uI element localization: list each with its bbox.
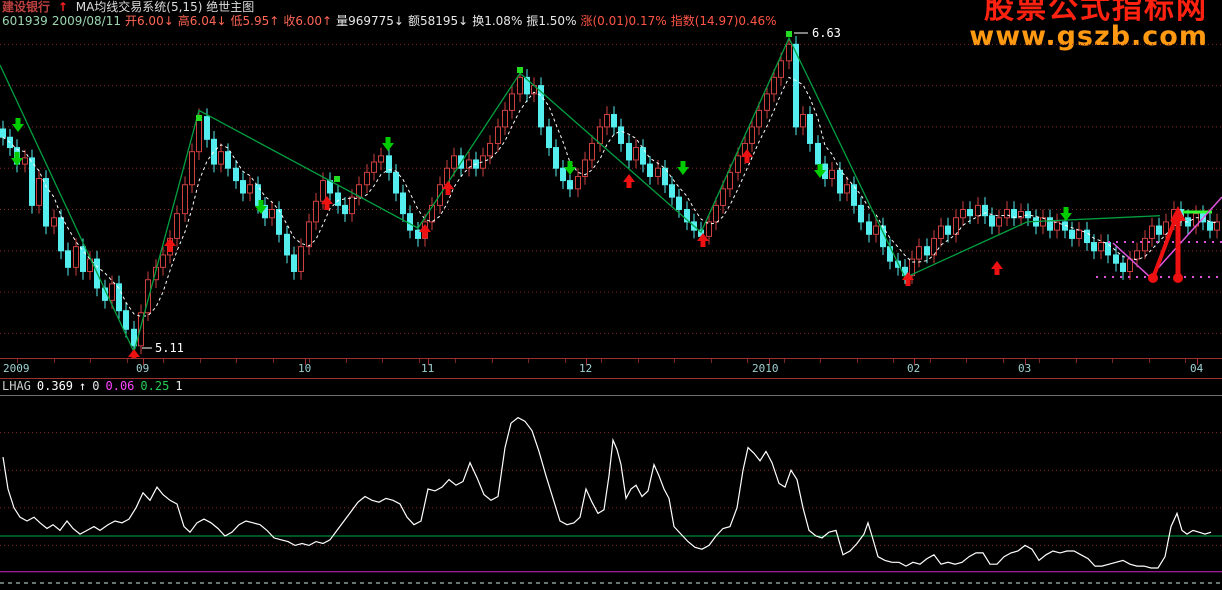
indicator-arrow-icon: ↑ <box>79 379 87 393</box>
axis-date-label: 11 <box>421 362 435 375</box>
formula-system-title: MA均线交易系统(5,15) 绝世主图 <box>75 0 255 14</box>
date-axis: 2009 09 10 11 12 2010 02 03 04 <box>0 358 1222 379</box>
axis-minor-tick <box>492 359 493 363</box>
axis-minor-tick <box>236 359 237 363</box>
axis-minor-tick <box>747 359 748 363</box>
quote-amplitude: 振1.50% <box>526 14 577 28</box>
indicator-ref-3: 1 <box>175 379 183 393</box>
quote-high: 高6.04↓ <box>177 14 227 28</box>
quote-status-bar: 601939 2009/08/11 开6.00↓ 高6.04↓ 低5.95↑ 收6.00↑… <box>2 14 781 28</box>
quote-change: 涨(0.01)0.17% <box>580 14 667 28</box>
axis-minor-tick <box>1149 359 1150 363</box>
axis-minor-tick <box>565 359 566 363</box>
stock-name: 建设银行 <box>2 0 51 14</box>
axis-minor-tick <box>200 359 201 363</box>
axis-minor-tick <box>784 359 785 363</box>
axis-minor-tick <box>820 359 821 363</box>
axis-minor-tick <box>930 359 931 363</box>
axis-minor-tick <box>1076 359 1077 363</box>
axis-date-label: 12 <box>579 362 593 375</box>
indicator-header: LHAG 0.369 ↑ 0 0.06 0.25 1 <box>2 379 195 394</box>
axis-minor-tick <box>528 359 529 363</box>
axis-minor-tick <box>346 359 347 363</box>
axis-minor-tick <box>90 359 91 363</box>
indicator-ref-2: 0.25 <box>140 379 170 393</box>
trading-app-window: 建设银行 ↑ MA均线交易系统(5,15) 绝世主图 601939 2009/08… <box>0 0 1222 590</box>
axis-minor-tick <box>857 359 858 363</box>
quote-low: 低5.95↑ <box>230 14 280 28</box>
axis-minor-tick <box>163 359 164 363</box>
axis-minor-tick <box>419 359 420 363</box>
axis-date-label: 04 <box>1190 362 1204 375</box>
axis-date-label: 02 <box>907 362 921 375</box>
main-candlestick-chart[interactable]: 5.11 6.63 <box>0 28 1222 358</box>
quote-turnover: 换1.08% <box>472 14 523 28</box>
axis-minor-tick <box>674 359 675 363</box>
axis-minor-tick <box>1112 359 1113 363</box>
axis-minor-tick <box>966 359 967 363</box>
axis-minor-tick <box>711 359 712 363</box>
axis-date-label: 09 <box>136 362 150 375</box>
quote-volume: 量969775↓ <box>336 14 404 28</box>
quote-open: 开6.00↓ <box>124 14 174 28</box>
axis-minor-tick <box>1185 359 1186 363</box>
low-price-label: 5.11 <box>155 341 184 355</box>
quote-index: 指数(14.97)0.46% <box>670 14 777 28</box>
axis-minor-tick <box>1039 359 1040 363</box>
axis-date-label: 2009 <box>3 362 30 375</box>
axis-date-label: 10 <box>298 362 312 375</box>
indicator-ref-0: 0 <box>92 379 100 393</box>
axis-minor-tick <box>893 359 894 363</box>
axis-minor-tick <box>127 359 128 363</box>
indicator-value: 0.369 <box>36 379 74 393</box>
axis-minor-tick <box>273 359 274 363</box>
lhag-indicator-panel[interactable] <box>0 395 1222 590</box>
quote-stock-code: 601939 <box>2 14 48 28</box>
quote-amount: 额58195↓ <box>407 14 469 28</box>
quote-date: 2009/08/11 <box>51 14 121 28</box>
axis-minor-tick <box>601 359 602 363</box>
axis-date-label: 03 <box>1018 362 1032 375</box>
watermark-site-name: 股票公式指标网 <box>984 0 1208 26</box>
indicator-ref-1: 0.06 <box>105 379 135 393</box>
up-arrow-icon: ↑ <box>57 0 68 14</box>
axis-minor-tick <box>455 359 456 363</box>
axis-minor-tick <box>382 359 383 363</box>
indicator-name: LHAG <box>2 379 31 393</box>
axis-minor-tick <box>1003 359 1004 363</box>
high-price-label: 6.63 <box>812 28 841 40</box>
title-bar: 建设银行 ↑ MA均线交易系统(5,15) 绝世主图 <box>2 0 258 14</box>
axis-date-label: 2010 <box>752 362 779 375</box>
axis-minor-tick <box>54 359 55 363</box>
quote-close: 收6.00↑ <box>283 14 333 28</box>
axis-minor-tick <box>638 359 639 363</box>
